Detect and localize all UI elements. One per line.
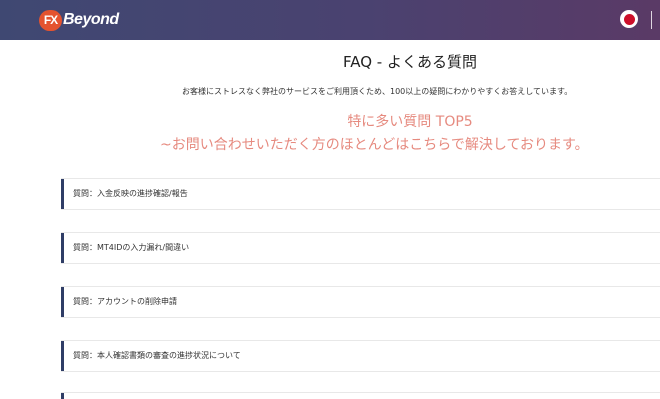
faq-item-mt4id[interactable]: 質問：MT4IDの入力漏れ/間違い	[61, 232, 660, 264]
faq-item-accent-bar	[61, 233, 64, 263]
faq-item-deposit-status[interactable]: 質問：入金反映の進捗確認/報告	[61, 178, 660, 210]
faq-description: お客様にストレスなく弊社のサービスをご利用頂くため、100以上の疑問にわかりやす…	[182, 87, 573, 96]
faq-item-accent-bar	[61, 287, 64, 317]
faq-item-accent-bar	[61, 179, 64, 209]
faq-item-label: 質問：MT4IDの入力漏れ/間違い	[73, 243, 190, 252]
faq-item-partial	[61, 392, 660, 399]
japan-flag-icon[interactable]	[620, 10, 638, 28]
faq-item-accent-bar	[61, 341, 64, 371]
page-title: FAQ - よくある質問	[342, 53, 477, 71]
fx-logo-mark: FX	[39, 9, 62, 31]
top-navigation-bar: FX Beyond	[0, 0, 660, 40]
header-divider	[651, 11, 652, 29]
faq-item-label: 質問：アカウントの削除申請	[73, 297, 177, 306]
flag-red-circle	[623, 13, 635, 25]
faq-item-label: 質問：入金反映の進捗確認/報告	[73, 189, 188, 198]
faq-item-label: 質問：本人確認書類の審査の進捗状況について	[73, 351, 241, 360]
logo-wordmark: Beyond	[63, 11, 119, 28]
top5-subheading: ~お問い合わせいただく方のほとんどはこちらで解決しております。	[160, 137, 589, 153]
faq-item-account-deletion[interactable]: 質問：アカウントの削除申請	[61, 286, 660, 318]
faq-item-id-verification[interactable]: 質問：本人確認書類の審査の進捗状況について	[61, 340, 660, 372]
top5-heading: 特に多い質問 TOP5	[347, 114, 473, 130]
faq-item-accent-bar	[61, 393, 64, 399]
fxbeyond-logo[interactable]: FX Beyond	[39, 9, 119, 31]
